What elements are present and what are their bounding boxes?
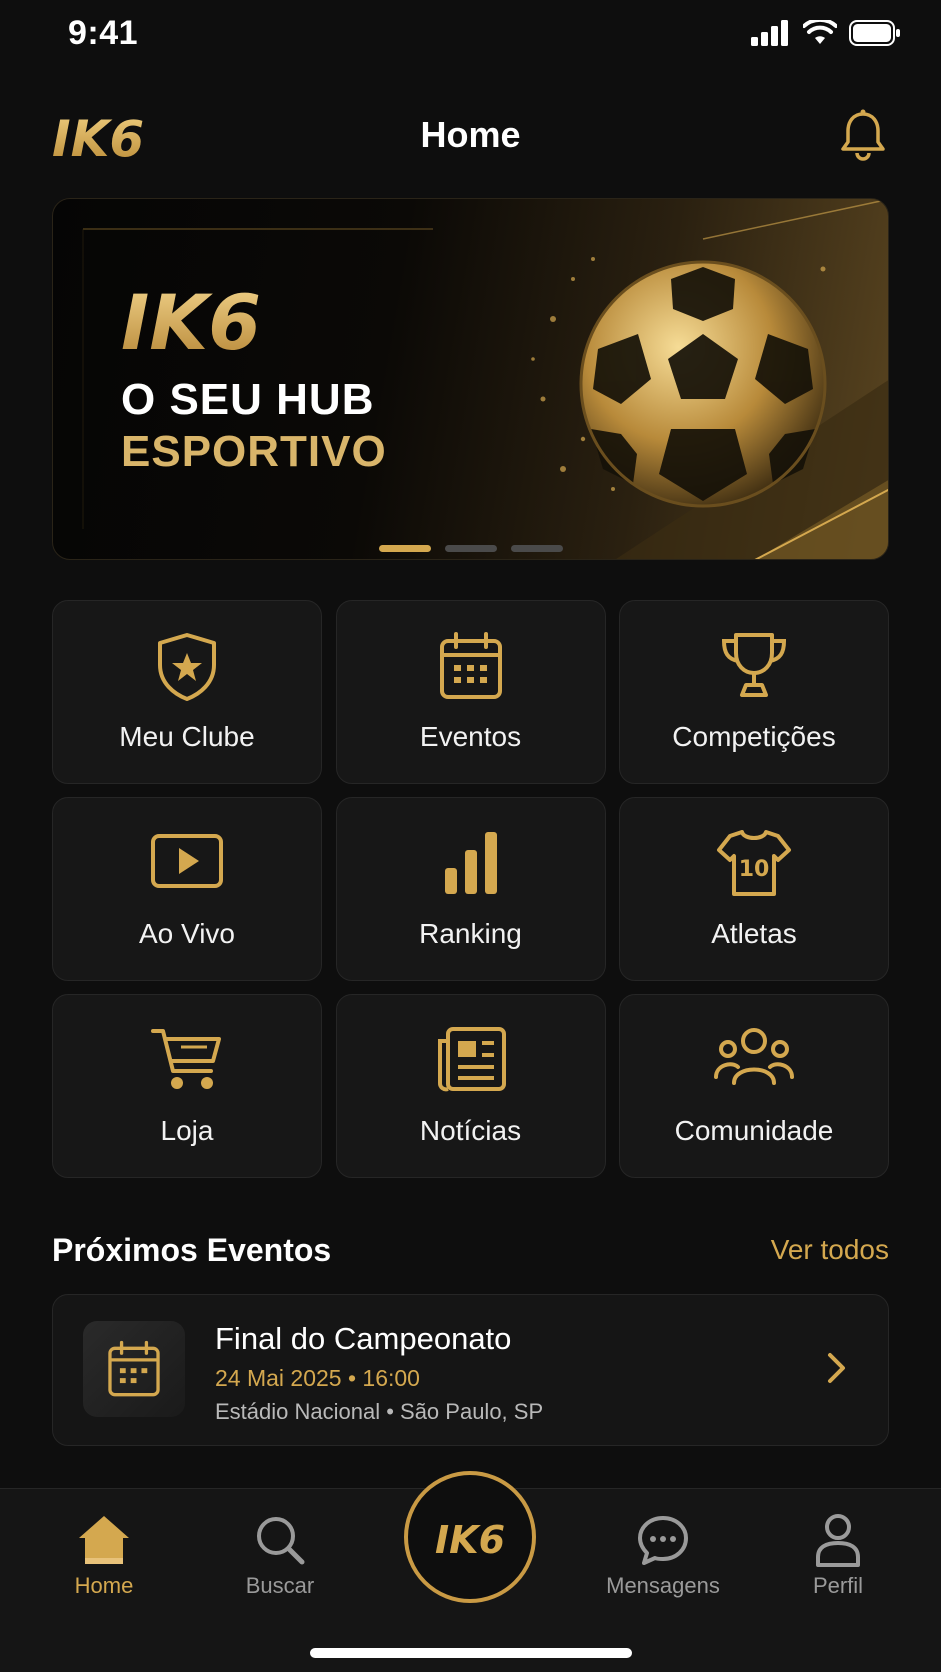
nav-messages[interactable]: Mensagens — [593, 1511, 733, 1599]
banner-subheadline: ESPORTIVO — [121, 427, 387, 476]
tile-noticias[interactable]: Notícias — [335, 994, 606, 1178]
tile-atletas[interactable]: 10 Atletas — [619, 797, 889, 981]
tile-label: Comunidade — [674, 1115, 834, 1146]
carousel-dot-active[interactable] — [379, 545, 431, 552]
chat-bubble-icon — [638, 1516, 688, 1565]
tile-label: Meu Clube — [119, 721, 255, 752]
nav-label: Buscar — [245, 1573, 315, 1598]
shield-star-icon — [158, 633, 216, 701]
carousel-dot[interactable] — [445, 545, 497, 552]
event-card[interactable]: Final do Campeonato 24 Mai 2025 • 16:00 … — [52, 1294, 889, 1446]
calendar-icon — [108, 1340, 160, 1397]
status-bar: 9:41 — [0, 0, 941, 72]
status-time: 9:41 — [68, 14, 139, 52]
ik6-logo: IK6 — [435, 1518, 505, 1559]
community-icon — [714, 1028, 794, 1085]
tile-label: Ao Vivo — [139, 918, 235, 949]
page-title: Home — [420, 114, 521, 155]
nav-home[interactable]: Home — [34, 1511, 174, 1599]
tile-eventos[interactable]: Eventos — [335, 600, 606, 784]
home-indicator — [310, 1648, 632, 1658]
bottom-nav: Home Buscar IK6 Mensagens Perfil — [0, 1471, 941, 1672]
tile-ranking[interactable]: Ranking — [335, 797, 606, 981]
tile-ao-vivo[interactable]: Ao Vivo — [52, 797, 322, 981]
profile-icon — [816, 1514, 860, 1567]
wifi-icon — [803, 20, 837, 44]
battery-icon — [849, 20, 900, 46]
banner-headline: O SEU HUB — [121, 375, 375, 424]
calendar-icon — [439, 632, 502, 699]
event-datetime: 24 Mai 2025 • 16:00 — [215, 1365, 420, 1391]
event-venue: Estádio Nacional • São Paulo, SP — [215, 1399, 544, 1424]
chevron-right-icon[interactable] — [826, 1351, 848, 1385]
tile-meu-clube[interactable]: Meu Clube — [52, 600, 322, 784]
cellular-signal-icon — [751, 20, 788, 46]
nav-label: Home — [74, 1573, 134, 1598]
nav-center-logo-button[interactable]: IK6 — [404, 1471, 536, 1603]
svg-text:IK6: IK6 — [435, 1518, 505, 1559]
tile-label: Atletas — [711, 918, 797, 949]
cart-icon — [151, 1029, 221, 1089]
hero-banner[interactable]: IK6 O SEU HUB ESPORTIVO — [52, 198, 889, 560]
nav-label: Perfil — [812, 1573, 864, 1598]
tile-label: Eventos — [419, 721, 522, 752]
svg-text:10: 10 — [739, 857, 770, 882]
search-icon — [257, 1517, 305, 1565]
newspaper-icon — [437, 1027, 506, 1092]
soccer-ball-image — [531, 257, 827, 508]
app-header: IK6 Home — [0, 98, 941, 178]
trophy-icon — [721, 633, 787, 697]
section-title: Próximos Eventos — [52, 1232, 332, 1268]
status-icons — [751, 20, 901, 46]
jersey-icon: 10 — [717, 830, 791, 896]
tile-label: Competições — [672, 721, 836, 752]
carousel-dot[interactable] — [511, 545, 563, 552]
tile-label: Loja — [160, 1115, 214, 1146]
banner-logo: IK6 — [121, 285, 261, 359]
carousel-pagination — [379, 545, 563, 552]
menu-grid: Meu Clube Eventos Competições Ao Vivo Ra… — [52, 600, 889, 1178]
bar-chart-icon — [444, 832, 497, 894]
event-title: Final do Campeonato — [215, 1321, 512, 1356]
see-all-link[interactable]: Ver todos — [771, 1234, 889, 1266]
bell-icon — [841, 109, 885, 161]
notifications-button[interactable] — [837, 108, 889, 164]
screen: 9:41 IK6 Home IK6 O SEU HUB ESPORTIVO Me… — [0, 0, 941, 1672]
tile-loja[interactable]: Loja — [52, 994, 322, 1178]
play-icon — [151, 834, 223, 888]
tile-label: Notícias — [419, 1115, 522, 1146]
tile-competicoes[interactable]: Competições — [619, 600, 889, 784]
nav-search[interactable]: Buscar — [210, 1511, 350, 1599]
upcoming-events-header: Próximos Eventos Ver todos — [52, 1226, 889, 1272]
tile-comunidade[interactable]: Comunidade — [619, 994, 889, 1178]
nav-label: Mensagens — [606, 1573, 720, 1598]
svg-text:IK6: IK6 — [121, 285, 261, 359]
nav-profile[interactable]: Perfil — [768, 1511, 908, 1599]
tile-label: Ranking — [419, 918, 522, 949]
home-icon — [79, 1516, 129, 1564]
event-thumbnail — [83, 1321, 185, 1417]
